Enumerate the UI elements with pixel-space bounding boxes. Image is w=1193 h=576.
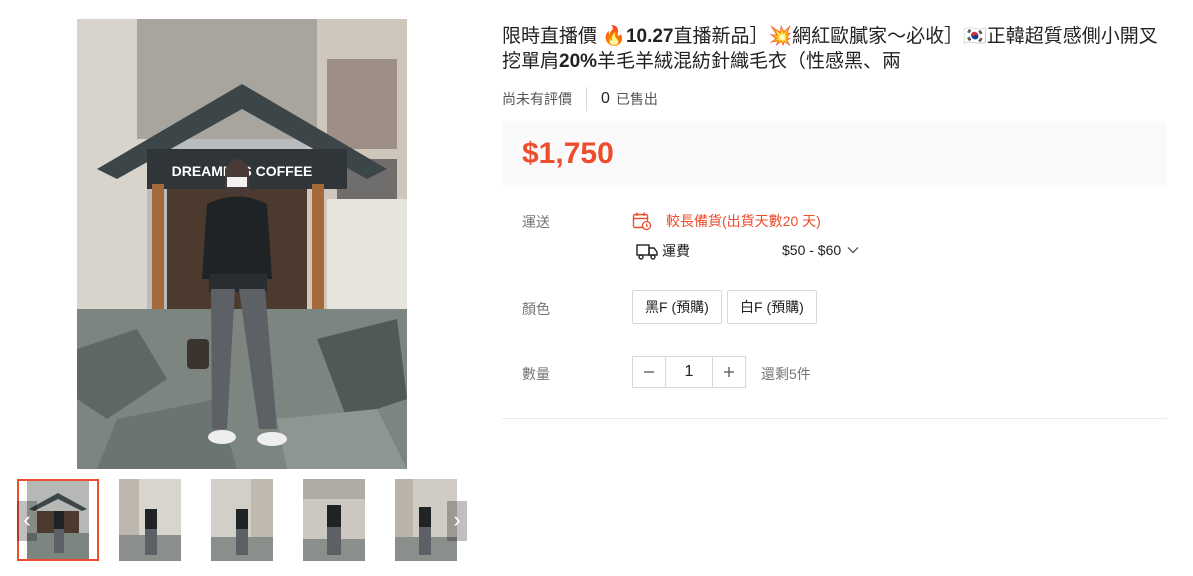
product-page: DREAMERS COFFEE ‹ › 限時直播價 🔥10.27直播新品］💥網紅… — [0, 0, 1193, 576]
thumbnail-3[interactable] — [207, 479, 289, 561]
color-option-black[interactable]: 黑F (預購) — [632, 290, 722, 324]
truck-icon — [636, 244, 658, 260]
calendar-clock-icon — [632, 212, 652, 231]
title-bold-part: 20% — [559, 51, 598, 72]
thumbnail-2[interactable] — [115, 479, 197, 561]
price: $1,750 — [522, 137, 614, 170]
title-part: 限時直播價 🔥 — [502, 26, 626, 47]
rating-text[interactable]: 尚未有評價 — [502, 89, 572, 109]
sold-label: 已售出 — [615, 91, 658, 107]
color-label: 顏色 — [522, 301, 550, 317]
product-title: 限時直播價 🔥10.27直播新品］💥網紅歐膩家〜必收］🇰🇷正韓超質感側小開叉挖單… — [502, 24, 1172, 74]
meta-divider — [586, 87, 587, 111]
shipping-fee: 運費 — [636, 240, 782, 262]
plus-icon — [724, 367, 734, 377]
thumbnail-image — [211, 479, 273, 561]
product-photo-illustration: DREAMERS COFFEE — [77, 19, 407, 469]
shipping-note-text: 較長備貨(出貨天數20 天) — [666, 213, 821, 229]
price-section: $1,750 — [502, 121, 1167, 187]
thumbnail-4[interactable] — [299, 479, 381, 561]
thumbnail-image — [303, 479, 365, 561]
section-divider — [502, 418, 1167, 419]
decrease-button[interactable] — [633, 357, 665, 387]
main-product-image[interactable]: DREAMERS COFFEE — [77, 19, 407, 469]
quantity-stepper: 1 — [632, 356, 746, 388]
stock-remaining: 還剩5件 — [761, 366, 811, 382]
thumbnail-image — [119, 479, 181, 561]
product-meta: 尚未有評價 0 已售出 — [502, 87, 658, 111]
shipping-fee-range: $50 - $60 — [782, 242, 842, 258]
shipping-fee-label: 運費 — [662, 243, 690, 259]
shipping-fee-dropdown[interactable]: $50 - $60 — [782, 242, 859, 258]
sold-count: 0 — [601, 90, 610, 107]
title-bold-part: 10.27 — [625, 26, 674, 47]
thumbnail-strip: ‹ › — [17, 479, 473, 562]
chevron-right-icon[interactable]: › — [447, 501, 467, 541]
shipping-note: 較長備貨(出貨天數20 天) — [632, 210, 821, 232]
quantity-input[interactable]: 1 — [665, 357, 713, 387]
chevron-down-icon — [847, 247, 859, 254]
color-option-white[interactable]: 白F (預購) — [727, 290, 817, 324]
chevron-left-icon[interactable]: ‹ — [17, 501, 37, 541]
shipping-label: 運送 — [522, 214, 550, 230]
minus-icon — [644, 371, 654, 373]
increase-button[interactable] — [713, 357, 745, 387]
quantity-label: 數量 — [522, 366, 550, 382]
title-part: 羊毛羊絨混紡針織毛衣（性感黑、兩 — [597, 51, 902, 72]
